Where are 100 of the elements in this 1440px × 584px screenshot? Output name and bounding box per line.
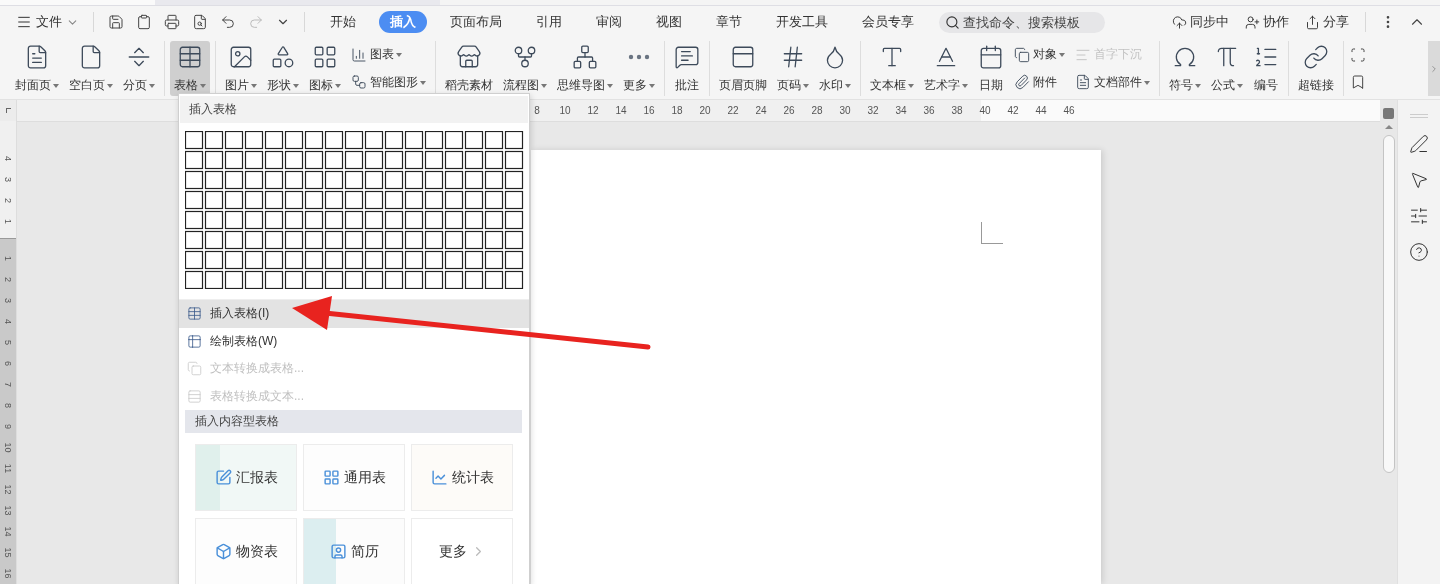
toolbar-action[interactable]: 同步中 [1166,11,1235,33]
ribbon-button[interactable]: 表格 [170,41,210,96]
file-menu[interactable]: 文件 [12,11,83,33]
ribbon-tab[interactable]: 开发工具 [765,11,839,33]
toolbar-action[interactable]: 分享 [1299,11,1355,33]
ruler-number: 4 [2,318,14,326]
ribbon-button[interactable]: 水印 [815,41,855,96]
template-icon [430,469,448,486]
ruler-number: 20 [698,105,712,116]
search-icon [945,14,960,30]
search-field[interactable]: 查找命令、搜索模板 [939,11,1105,33]
ribbon-tab[interactable]: 开始 [319,11,367,33]
ribbon-button[interactable]: 符号 [1165,41,1205,96]
menu-item[interactable]: 绘制表格(W) [179,327,529,355]
ruler-number: 1 [2,217,14,226]
help-icon[interactable] [1409,242,1429,262]
ruler-number: 14 [2,525,14,539]
ruler-number: 7 [2,381,14,389]
table-size-grid[interactable] [185,131,524,289]
tab-stop-icon[interactable] [5,107,11,113]
template-icon [329,543,347,560]
ruler-number: 1 [2,255,14,263]
toolbar-action[interactable]: 协作 [1239,11,1295,33]
ribbon-small-button[interactable]: 附件 [1012,71,1067,93]
ruler-number: 46 [1062,105,1076,116]
ribbon-icon [730,44,756,70]
ribbon-button[interactable]: 形状 [263,41,303,96]
more-templates-tile[interactable]: 更多 [411,518,513,584]
ruler-number: 10 [558,105,572,116]
ribbon-icon [1014,46,1030,63]
ruler-number: 13 [2,504,14,518]
ruler-number: 4 [2,154,14,163]
ribbon-button[interactable]: 封面页 [11,41,63,96]
ruler-number: 28 [810,105,824,116]
ruler-number: 2 [2,276,14,284]
scrollbar-thumb[interactable] [1382,135,1395,473]
ribbon-button[interactable]: 文本框 [866,41,918,96]
ribbon-small-button[interactable]: 智能图形 [349,71,428,93]
ruler-number: 9 [2,423,14,431]
ruler-number: 32 [866,105,880,116]
ribbon-button[interactable]: 编号 [1249,41,1283,96]
template-tile[interactable]: 物资表 [195,518,297,584]
ribbon-icon [1014,74,1030,91]
template-tile[interactable]: 汇报表 [195,444,297,511]
ruler-number: 2 [2,196,14,205]
ribbon-button[interactable]: 流程图 [499,41,551,96]
ribbon-button[interactable]: 稻壳素材 [441,41,497,96]
ruler-number: 5 [2,339,14,347]
ribbon-icon [228,44,254,70]
share-icon [1305,14,1320,30]
template-tile[interactable]: 通用表 [303,444,405,511]
ribbon-button[interactable]: 思维导图 [553,41,617,96]
ribbon-button[interactable]: 分页 [119,41,159,96]
ruler-number: 36 [922,105,936,116]
ribbon-button[interactable]: 页码 [773,41,813,96]
template-icon [322,469,340,486]
ribbon-button[interactable]: 页眉页脚 [715,41,771,96]
ribbon-tab[interactable]: 视图 [645,11,693,33]
user-plus-icon [1245,14,1260,30]
ribbon-button[interactable]: 超链接 [1294,41,1338,96]
settings-icon[interactable] [1409,206,1429,226]
ribbon-icon [572,44,598,70]
ribbon-tab[interactable]: 引用 [525,11,573,33]
ruler-number: 42 [1006,105,1020,116]
ruler-number: 44 [1034,105,1048,116]
ribbon-button[interactable]: 批注 [670,41,704,96]
ruler-number: 16 [2,567,14,581]
ribbon-button[interactable]: 更多 [619,41,659,96]
ruler-number: 8 [533,105,541,116]
ribbon-icon [1075,74,1091,91]
ruler-number: 30 [838,105,852,116]
pointer-icon[interactable] [1409,170,1429,190]
ribbon-button[interactable]: 公式 [1207,41,1247,96]
ribbon-icon [978,44,1004,70]
template-tile[interactable]: 统计表 [411,444,513,511]
ribbon-small-button[interactable]: 图表 [349,44,428,66]
ribbon-button[interactable]: 日期 [974,41,1008,96]
ruler-number: 40 [978,105,992,116]
panel-handle[interactable] [1410,114,1428,118]
ribbon-tab[interactable]: 页面布局 [439,11,513,33]
ruler-number: 18 [670,105,684,116]
scroll-up-icon[interactable] [1384,125,1393,129]
template-tile[interactable]: 简历 [303,518,405,584]
pen-icon[interactable] [1409,134,1429,154]
ribbon-button[interactable]: 空白页 [65,41,117,96]
ribbon-icon [351,46,367,63]
ribbon-tab[interactable]: 会员专享 [851,11,925,33]
ribbon-tab[interactable]: 审阅 [585,11,633,33]
ruler-number: 24 [754,105,768,116]
split-view-icon[interactable] [1383,108,1394,119]
ribbon-button[interactable]: 图片 [221,41,261,96]
ruler-number: 26 [782,105,796,116]
margin-corner-mark [981,222,1003,244]
ribbon-tab[interactable]: 章节 [705,11,753,33]
ribbon-small-button[interactable]: 对象 [1012,44,1067,66]
ribbon-icon [351,74,367,91]
ribbon-button[interactable]: 艺术字 [920,41,972,96]
ribbon-small-button[interactable]: 文档部件 [1073,71,1152,93]
ruler-number: 15 [2,546,14,560]
ribbon-button[interactable]: 图标 [305,41,345,96]
